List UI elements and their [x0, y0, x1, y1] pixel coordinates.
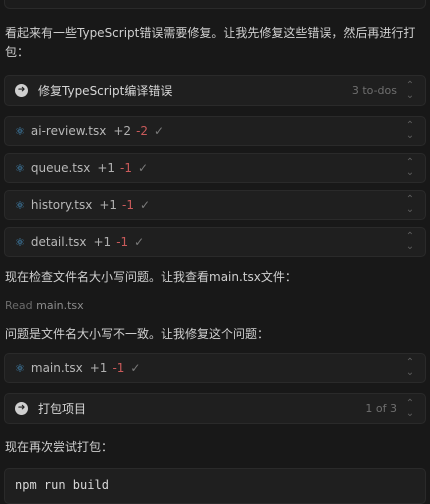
read-file-name: main.tsx — [36, 299, 84, 312]
lines-removed: -1 — [120, 161, 133, 175]
assistant-message: 现在再次尝试打包： — [5, 440, 114, 454]
lines-removed: -1 — [112, 361, 125, 375]
react-icon: ⚛ — [15, 124, 25, 138]
read-label: Read — [5, 299, 33, 312]
previous-card-edge — [4, 0, 426, 9]
chevron-updown-icon: ⌃ ⌄ — [405, 79, 415, 101]
lines-added: +1 — [99, 198, 118, 212]
file-name: detail.tsx — [30, 235, 87, 249]
file-edit-card[interactable]: ⚛ main.tsx +1 -1 ✓ ⌃ ⌄ — [4, 353, 426, 383]
check-icon: ✓ — [138, 161, 149, 175]
check-icon: ✓ — [139, 198, 151, 212]
todo-group-title: 修复TypeScript编译错误 — [38, 84, 173, 98]
todo-progress: 1 of 3 — [365, 402, 397, 415]
file-edit-card[interactable]: ⚛ detail.tsx +1 -1 ✓ ⌃ ⌄ — [4, 227, 426, 257]
check-icon: ✓ — [134, 235, 145, 249]
file-edit-card[interactable]: ⚛ ai-review.tsx +2 -2 ✓ ⌃ ⌄ — [4, 116, 426, 146]
chevron-updown-icon: ⌃ ⌄ — [405, 357, 415, 378]
lines-added: +1 — [93, 235, 112, 249]
file-name: history.tsx — [30, 198, 93, 212]
assistant-message: 看起来有一些TypeScript错误需要修复。让我先修复这些错误，然后再进行打包… — [5, 26, 416, 59]
react-icon: ⚛ — [15, 161, 25, 175]
todo-group-title: 打包项目 — [38, 402, 87, 416]
assistant-message: 现在检查文件名大小写问题。让我查看main.tsx文件： — [5, 270, 297, 284]
file-edit-card[interactable]: ⚛ history.tsx +1 -1 ✓ ⌃ ⌄ — [4, 190, 426, 220]
chevron-updown-icon: ⌃ ⌄ — [405, 120, 415, 141]
chevron-updown-icon: ⌃ ⌄ — [405, 157, 415, 178]
chevron-updown-icon: ⌃ ⌄ — [405, 397, 415, 419]
file-name: main.tsx — [30, 361, 83, 375]
chevron-updown-icon: ⌃ ⌄ — [405, 231, 415, 252]
lines-added: +1 — [89, 361, 108, 375]
assistant-message: 问题是文件名大小写不一致。让我修复这个问题： — [5, 327, 270, 341]
todo-group-build[interactable]: ➜ 打包项目 1 of 3 ⌃ ⌄ — [4, 393, 426, 424]
lines-removed: -2 — [136, 124, 149, 138]
lines-removed: -1 — [122, 198, 134, 212]
lines-removed: -1 — [116, 235, 129, 249]
lines-added: +1 — [97, 161, 116, 175]
react-icon: ⚛ — [15, 361, 25, 375]
chevron-updown-icon: ⌃ ⌄ — [405, 194, 415, 215]
read-action[interactable]: Read main.tsx — [5, 299, 84, 312]
command-text: npm run build — [15, 478, 109, 492]
file-name: ai-review.tsx — [30, 124, 107, 138]
todo-count: 3 to-dos — [351, 84, 397, 97]
lines-added: +2 — [113, 124, 132, 138]
file-edit-card[interactable]: ⚛ queue.tsx +1 -1 ✓ ⌃ ⌄ — [4, 153, 426, 183]
arrow-right-circle-icon: ➜ — [15, 402, 28, 415]
react-icon: ⚛ — [15, 235, 25, 249]
arrow-right-circle-icon: ➜ — [15, 84, 28, 97]
check-icon: ✓ — [154, 124, 165, 138]
file-name: queue.tsx — [30, 161, 91, 175]
react-icon: ⚛ — [15, 198, 25, 212]
check-icon: ✓ — [130, 361, 141, 375]
todo-group-fix-ts[interactable]: ➜ 修复TypeScript编译错误 3 to-dos ⌃ ⌄ — [4, 75, 426, 106]
